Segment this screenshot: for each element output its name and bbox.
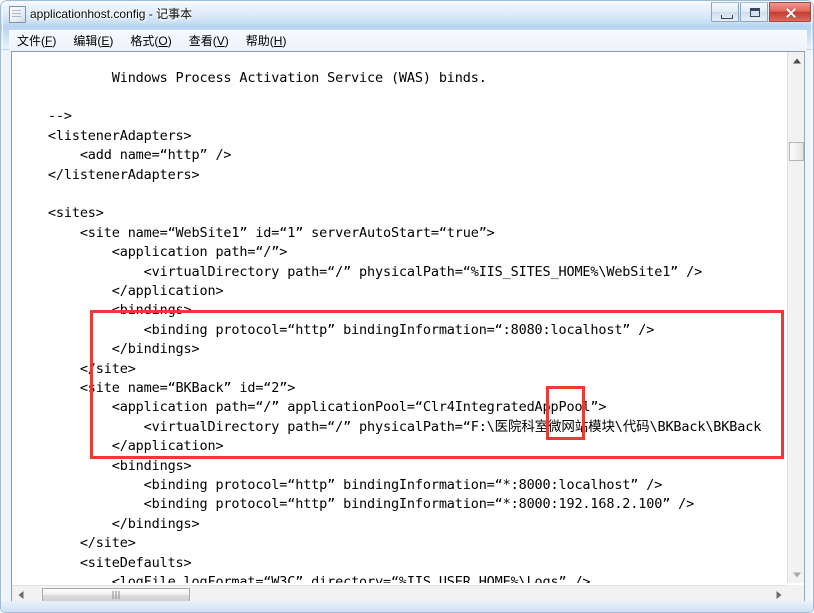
horizontal-scrollbar[interactable] [12,585,787,602]
menu-bar: 文件(F) 编辑(E) 格式(O) 查看(V) 帮助(H) [9,30,807,50]
window-bottom-edge [1,601,813,612]
minimize-icon [721,15,733,19]
menu-item-edit-accel: E [101,33,110,48]
notepad-icon [9,6,26,23]
menu-item-file-text: 文件 [17,33,42,48]
close-button[interactable] [769,2,811,22]
triangle-right-icon [776,590,781,599]
menu-item-format[interactable]: 格式(O) [122,30,180,51]
vertical-scrollbar[interactable] [787,52,804,583]
triangle-up-icon [792,58,801,63]
minimize-button[interactable] [711,2,739,22]
scroll-up-arrow[interactable] [788,52,804,69]
triangle-down-icon [792,572,801,577]
text-editor[interactable]: Windows Process Activation Service (WAS)… [12,52,787,583]
horizontal-scroll-thumb[interactable] [42,588,190,602]
menu-item-edit-text: 编辑 [73,33,98,48]
menu-item-help-text: 帮助 [245,33,270,48]
title-bar[interactable]: applicationhost.config - 记事本 [1,1,813,28]
editor-client-area: Windows Process Activation Service (WAS)… [11,51,805,603]
scroll-down-arrow[interactable] [788,566,804,583]
config-file-text: Windows Process Activation Service (WAS)… [47,69,762,584]
menu-item-file-accel: F [45,33,53,48]
scrollbar-corner [787,585,804,602]
triangle-left-icon [18,590,23,599]
menu-item-view-accel: V [216,33,225,48]
menu-item-format-text: 格式 [130,33,155,48]
menu-item-format-accel: O [158,33,168,48]
menu-item-edit[interactable]: 编辑(E) [65,30,122,51]
menu-item-file[interactable]: 文件(F) [9,30,65,51]
vertical-scroll-thumb[interactable] [789,142,804,161]
close-icon [785,7,797,19]
scroll-thumb-grip [112,591,120,599]
menu-item-help-accel: H [273,33,283,48]
menu-item-help[interactable]: 帮助(H) [238,30,296,51]
maximize-icon [750,8,760,17]
menu-item-view[interactable]: 查看(V) [181,30,238,51]
maximize-button[interactable] [740,2,768,22]
window-title: applicationhost.config - 记事本 [30,7,193,21]
notepad-window: applicationhost.config - 记事本 文件(F) 编辑(E)… [0,0,814,613]
menu-item-view-text: 查看 [188,33,213,48]
